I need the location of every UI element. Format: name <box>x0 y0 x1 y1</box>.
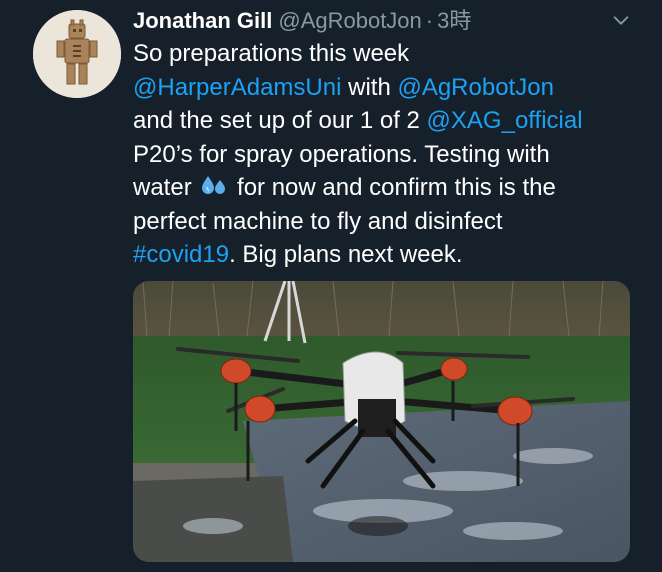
timestamp[interactable]: 3時 <box>437 6 471 36</box>
chevron-down-icon[interactable] <box>610 9 632 31</box>
tweet-header: Jonathan Gill @AgRobotJon · 3時 <box>133 6 471 36</box>
hashtag-link[interactable]: #covid19 <box>133 241 229 268</box>
media-photo[interactable] <box>133 281 630 562</box>
drone-photo <box>133 281 630 562</box>
tweet-text-segment: with <box>341 73 398 101</box>
tweet-text-segment: . Big plans next week. <box>229 241 463 268</box>
tweet-text: So preparations this week @HarperAdamsUn… <box>133 37 638 272</box>
author-name[interactable]: Jonathan Gill <box>133 6 272 36</box>
sweat-droplets-emoji <box>200 174 228 198</box>
avatar[interactable] <box>33 10 121 98</box>
separator-dot: · <box>425 8 434 33</box>
tweet[interactable]: Jonathan Gill @AgRobotJon · 3時 So prepar… <box>0 0 662 572</box>
mention-link[interactable]: @HarperAdamsUni <box>133 74 341 101</box>
tweet-text-segment: and the set up of our 1 of 2 <box>133 107 420 134</box>
mention-link[interactable]: @AgRobotJon <box>397 74 553 101</box>
author-handle[interactable]: @AgRobotJon <box>278 6 421 36</box>
tweet-text-segment: So preparations this week <box>133 40 410 67</box>
mention-link[interactable]: @XAG_official <box>427 107 583 134</box>
